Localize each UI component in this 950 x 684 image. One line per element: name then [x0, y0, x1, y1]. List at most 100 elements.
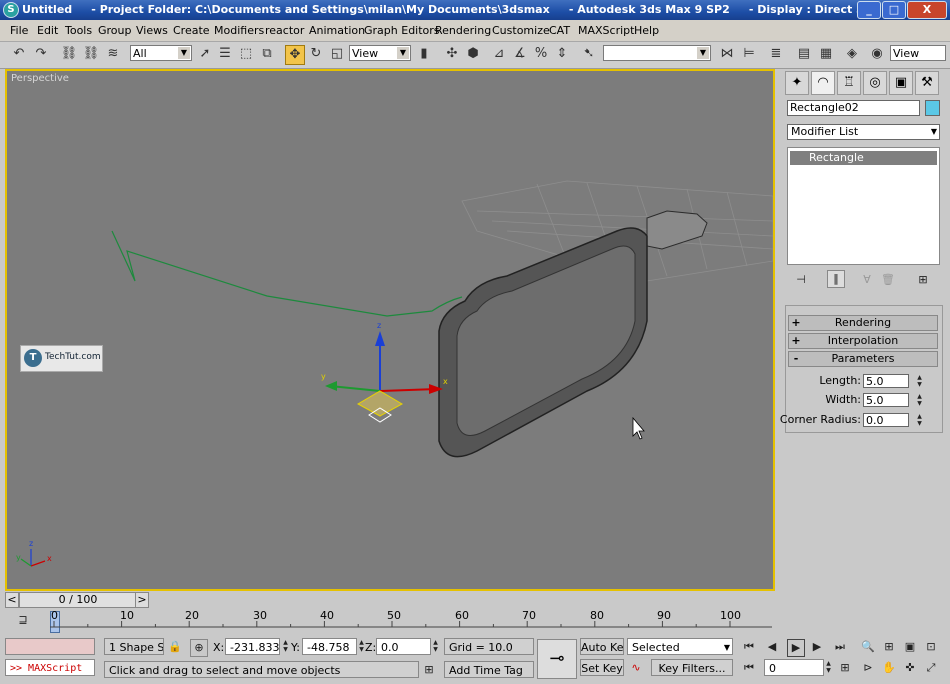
length-spinner-arrows[interactable]: ▲ ▼ [915, 374, 924, 388]
time-slider-thumb[interactable]: 0 / 100 [19, 592, 137, 608]
set-key-button[interactable]: Set Key [580, 659, 624, 676]
keyboard-shortcut-override-icon[interactable]: ⬢ [464, 45, 482, 63]
curve-editor-icon[interactable]: ▤ [795, 45, 813, 63]
make-unique-icon[interactable]: ∀ [859, 272, 875, 288]
go-to-end-icon[interactable]: ⏭ [832, 639, 848, 655]
menu-tools[interactable]: Tools [65, 24, 92, 37]
create-tab-icon[interactable]: ✦ [785, 71, 809, 95]
select-and-link-icon[interactable]: ⛓ [60, 45, 78, 63]
pan-icon[interactable]: ✋ [881, 660, 897, 676]
time-slider-prev-button[interactable]: < [5, 592, 19, 608]
corner-radius-spinner-arrows[interactable]: ▲ ▼ [915, 413, 924, 427]
minimize-button[interactable]: _ [857, 1, 881, 19]
time-slider-next-button[interactable]: > [135, 592, 149, 608]
menu-modifiers[interactable]: Modifiers [214, 24, 264, 37]
parameters-rollout[interactable]: - Parameters [788, 351, 938, 367]
select-and-scale-icon[interactable]: ◱ [328, 45, 346, 63]
key-mode-dropdown[interactable]: Selected ▼ [627, 638, 733, 655]
utilities-tab-icon[interactable]: ⚒ [915, 71, 939, 95]
undo-icon[interactable]: ↶ [10, 45, 28, 63]
field-of-view-icon[interactable]: ⊳ [860, 660, 876, 676]
schematic-view-icon[interactable]: ▦ [817, 45, 835, 63]
z-spinner-arrows[interactable]: ▲ ▼ [431, 639, 440, 653]
object-name-field[interactable]: Rectangle02 [787, 100, 920, 116]
select-and-move-icon[interactable]: ✥ [285, 45, 305, 65]
x-coordinate-input[interactable]: -231.833 [225, 638, 280, 655]
bind-space-warp-icon[interactable]: ≋ [104, 45, 122, 63]
hierarchy-tab-icon[interactable]: ♖ [837, 71, 861, 95]
menu-rendering[interactable]: Rendering [435, 24, 491, 37]
menu-create[interactable]: Create [173, 24, 210, 37]
edit-named-selection-icon[interactable]: ➷ [580, 45, 598, 63]
pin-stack-icon[interactable]: ⊣ [793, 272, 809, 288]
show-end-result-icon[interactable]: ‖ [827, 270, 845, 288]
open-mini-curve-editor-icon[interactable]: ⊒ [15, 612, 31, 628]
menu-cat[interactable]: CAT [549, 24, 570, 37]
menu-views[interactable]: Views [136, 24, 168, 37]
previous-frame-icon[interactable]: ◀ [764, 639, 780, 655]
object-color-swatch[interactable] [925, 100, 940, 116]
maximize-button[interactable]: □ [882, 1, 906, 19]
go-to-start-icon[interactable]: ⏮ [741, 639, 757, 655]
menu-edit[interactable]: Edit [37, 24, 58, 37]
named-selection-dropdown[interactable]: ▼ [603, 45, 711, 61]
rendering-rollout[interactable]: + Rendering [788, 315, 938, 331]
length-input[interactable]: 5.0 [863, 374, 909, 388]
zoom-extents-icon[interactable]: ▣ [902, 639, 918, 655]
add-time-tag-button[interactable]: Add Time Tag [444, 661, 534, 678]
width-spinner-arrows[interactable]: ▲ ▼ [915, 393, 924, 407]
menu-reactor[interactable]: reactor [265, 24, 304, 37]
maxscript-listener[interactable]: >> MAXScript [5, 659, 95, 676]
y-coordinate-input[interactable]: -48.758 [302, 638, 357, 655]
menu-maxscript[interactable]: MAXScript [578, 24, 634, 37]
mirror-icon[interactable]: ⋈ [718, 45, 736, 63]
layer-manager-icon[interactable]: ≣ [767, 45, 785, 63]
select-by-name-icon[interactable]: ☰ [216, 45, 234, 63]
percent-snap-icon[interactable]: % [532, 45, 550, 63]
snaps-toggle-icon[interactable]: ⊿ [490, 45, 508, 63]
key-filters-button[interactable]: Key Filters... [651, 659, 733, 676]
selection-filter-dropdown[interactable]: All ▼ [130, 45, 192, 61]
pivot-center-icon[interactable]: ▮ [415, 45, 433, 63]
key-curve-icon[interactable]: ∿ [628, 660, 644, 676]
current-frame-input[interactable]: 0 [764, 659, 824, 676]
configure-modifier-sets-icon[interactable]: ⊞ [915, 272, 931, 288]
perspective-viewport[interactable]: Perspective z x y z x y T TechTut.com [5, 69, 775, 591]
play-icon[interactable]: ▶ [787, 639, 805, 657]
unlink-icon[interactable]: ⛓ [82, 45, 100, 63]
select-and-rotate-icon[interactable]: ↻ [307, 45, 325, 63]
motion-tab-icon[interactable]: ◎ [863, 71, 887, 95]
modify-tab-icon[interactable]: ◠ [811, 71, 835, 95]
lock-icon[interactable]: 🔒 [167, 639, 183, 655]
zoom-extents-all-icon[interactable]: ⊡ [923, 639, 939, 655]
select-object-icon[interactable]: ➚ [196, 45, 214, 63]
stack-item-rectangle[interactable]: Rectangle [790, 151, 937, 165]
reference-coordinate-dropdown[interactable]: View ▼ [349, 45, 411, 61]
maxscript-listener-top[interactable] [5, 638, 95, 655]
zoom-all-icon[interactable]: ⊞ [881, 639, 897, 655]
remove-modifier-icon[interactable]: 🗑 [880, 272, 896, 288]
display-tab-icon[interactable]: ▣ [889, 71, 913, 95]
frame-spinner-arrows[interactable]: ▲ ▼ [824, 660, 833, 674]
z-coordinate-input[interactable]: 0.0 [376, 638, 431, 655]
time-configuration-icon[interactable]: ⊞ [837, 660, 853, 676]
corner-radius-input[interactable]: 0.0 [863, 413, 909, 427]
align-icon[interactable]: ⊨ [740, 45, 758, 63]
zoom-icon[interactable]: 🔍 [860, 639, 876, 655]
render-view-dropdown[interactable]: View [890, 45, 946, 61]
redo-icon[interactable]: ↷ [32, 45, 50, 63]
key-mode-toggle-icon[interactable]: ⏮ [741, 660, 757, 676]
menu-customize[interactable]: Customize [492, 24, 550, 37]
interpolation-rollout[interactable]: + Interpolation [788, 333, 938, 349]
menu-animation[interactable]: Animation [309, 24, 365, 37]
material-editor-icon[interactable]: ◈ [843, 45, 861, 63]
window-crossing-icon[interactable]: ⧉ [258, 45, 276, 63]
spinner-snap-icon[interactable]: ⇕ [553, 45, 571, 63]
menu-help[interactable]: Help [634, 24, 659, 37]
render-scene-icon[interactable]: ◉ [868, 45, 886, 63]
arc-rotate-icon[interactable]: ✜ [902, 660, 918, 676]
width-input[interactable]: 5.0 [863, 393, 909, 407]
set-key-mode-key-icon[interactable]: ⊸ [537, 639, 577, 679]
auto-key-button[interactable]: Auto Key [580, 638, 624, 655]
menu-file[interactable]: File [10, 24, 28, 37]
